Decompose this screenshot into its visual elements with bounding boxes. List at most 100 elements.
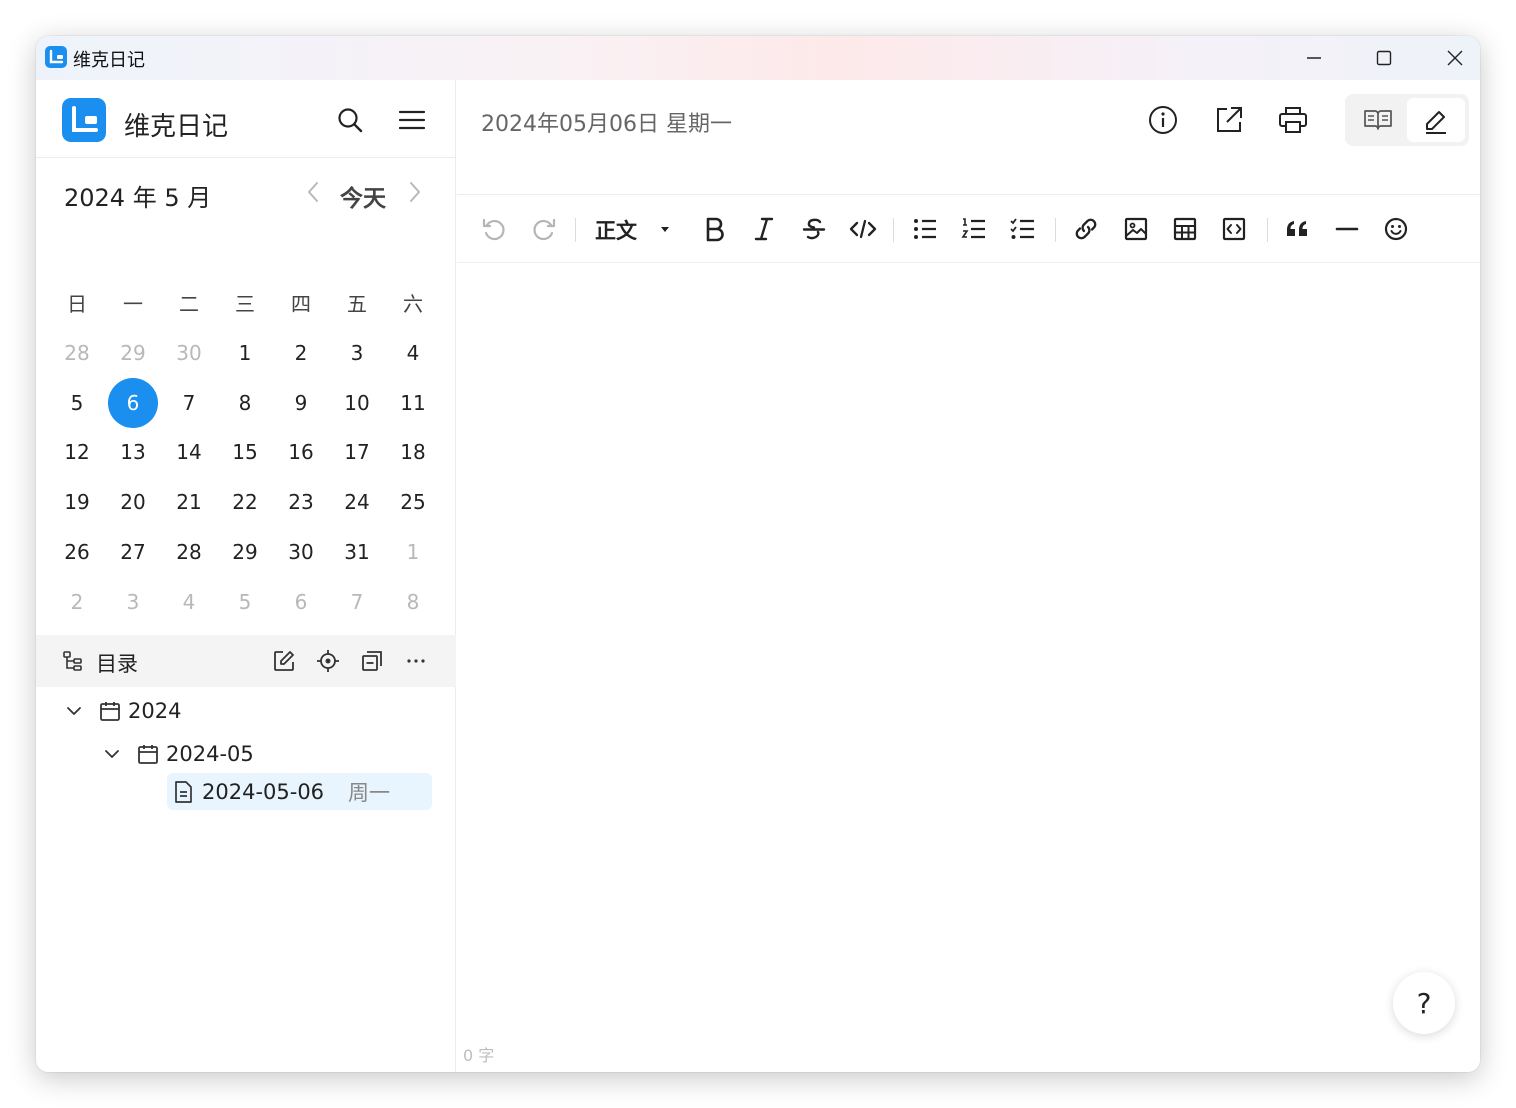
calendar-days-grid: 28 29 30 1 2 3 4 5 6 7 8 9 10 11 12 13 14 15 16 17 18 19 20 21 2…	[49, 328, 441, 627]
calendar-day[interactable]: 21	[161, 477, 217, 527]
calendar-day[interactable]: 27	[105, 527, 161, 577]
calendar-day[interactable]: 3	[105, 577, 161, 627]
calendar-day[interactable]: 8	[217, 378, 273, 428]
blockquote-button[interactable]	[1282, 212, 1312, 246]
calendar-day[interactable]: 31	[329, 527, 385, 577]
paragraph-style-select[interactable]: 正文	[595, 215, 637, 245]
inline-code-button[interactable]	[847, 212, 879, 246]
paragraph-style-dropdown[interactable]	[655, 212, 675, 246]
calendar-day[interactable]: 2	[273, 328, 329, 378]
calendar-day[interactable]: 4	[161, 577, 217, 627]
undo-button[interactable]	[479, 212, 509, 246]
calendar-day[interactable]: 30	[161, 328, 217, 378]
calendar-day[interactable]: 5	[49, 378, 105, 428]
calendar-day[interactable]: 4	[385, 328, 441, 378]
read-mode-button[interactable]	[1349, 98, 1407, 142]
app-logo-icon	[45, 46, 67, 68]
calendar-day[interactable]: 29	[105, 328, 161, 378]
toolbar-divider	[575, 218, 576, 242]
calendar-day[interactable]: 11	[385, 378, 441, 428]
tree-item-entry[interactable]: 2024-05-06 周一	[172, 773, 390, 810]
calendar-day-number: 11	[400, 390, 426, 415]
more-horizontal-icon	[407, 659, 425, 663]
calendar-day-number: 24	[344, 490, 370, 515]
calendar-day[interactable]: 8	[385, 577, 441, 627]
tree-item-year[interactable]: 2024	[64, 692, 181, 730]
calendar-day[interactable]: 9	[273, 378, 329, 428]
calendar-day[interactable]: 23	[273, 477, 329, 527]
editor-body[interactable]	[457, 263, 1480, 1033]
calendar-day[interactable]: 22	[217, 477, 273, 527]
italic-button[interactable]	[749, 212, 779, 246]
calendar-day[interactable]: 16	[273, 428, 329, 478]
calendar-day[interactable]: 17	[329, 428, 385, 478]
toolbar-divider	[1267, 218, 1268, 242]
collapse-all-button[interactable]	[358, 647, 386, 675]
calendar-day[interactable]: 1	[217, 328, 273, 378]
undo-icon	[482, 218, 505, 241]
calendar-day[interactable]: 15	[217, 428, 273, 478]
calendar-day[interactable]: 26	[49, 527, 105, 577]
next-month-button[interactable]	[404, 178, 426, 210]
redo-button[interactable]	[529, 212, 559, 246]
bullet-list-button[interactable]	[910, 212, 940, 246]
code-block-button[interactable]	[1219, 212, 1249, 246]
calendar-day-number: 1	[238, 340, 252, 365]
calendar-day[interactable]: 29	[217, 527, 273, 577]
edit-square-icon	[274, 651, 294, 671]
calendar-day[interactable]: 2	[49, 577, 105, 627]
calendar-day[interactable]: 20	[105, 477, 161, 527]
image-button[interactable]	[1121, 212, 1151, 246]
toc-toolbar: 目录	[36, 635, 456, 687]
more-options-button[interactable]	[402, 647, 430, 675]
calendar-day[interactable]: 3	[329, 328, 385, 378]
calendar-day-number: 19	[64, 490, 90, 515]
calendar-day[interactable]: 28	[49, 328, 105, 378]
locate-current-button[interactable]	[314, 647, 342, 675]
calendar-day[interactable]: 18	[385, 428, 441, 478]
calendar-day[interactable]: 19	[49, 477, 105, 527]
calendar-day[interactable]: 28	[161, 527, 217, 577]
calendar-day[interactable]: 5	[217, 577, 273, 627]
link-button[interactable]	[1071, 212, 1101, 246]
calendar-day[interactable]: 13	[105, 428, 161, 478]
table-button[interactable]	[1170, 212, 1200, 246]
close-button[interactable]	[1420, 36, 1480, 80]
maximize-button[interactable]	[1349, 36, 1419, 80]
calendar-day[interactable]: 12	[49, 428, 105, 478]
calendar-day[interactable]: 1	[385, 527, 441, 577]
calendar-day[interactable]: 10	[329, 378, 385, 428]
new-entry-button[interactable]	[270, 647, 298, 675]
edit-mode-button[interactable]	[1407, 98, 1465, 142]
info-button[interactable]	[1145, 102, 1181, 138]
app-logo-icon	[62, 98, 106, 142]
calendar-day-number: 3	[350, 340, 364, 365]
calendar-day[interactable]: 7	[329, 577, 385, 627]
export-button[interactable]	[1211, 102, 1247, 138]
task-list-button[interactable]	[1008, 212, 1038, 246]
calendar-day[interactable]: 6	[273, 577, 329, 627]
weekday-label: 日	[67, 292, 87, 316]
bold-button[interactable]	[699, 212, 729, 246]
today-button[interactable]: 今天	[340, 179, 386, 213]
emoji-button[interactable]	[1381, 212, 1411, 246]
calendar-day[interactable]: 25	[385, 477, 441, 527]
calendar-day[interactable]: 24	[329, 477, 385, 527]
calendar-day-number: 6	[294, 589, 308, 614]
horizontal-rule-button[interactable]	[1332, 212, 1362, 246]
help-button[interactable]: ?	[1393, 972, 1455, 1034]
numbered-list-button[interactable]	[959, 212, 989, 246]
previous-month-button[interactable]	[302, 178, 324, 210]
horizontal-rule-icon	[1335, 227, 1359, 231]
strikethrough-button[interactable]	[799, 212, 829, 246]
italic-icon	[754, 217, 774, 241]
tree-item-month[interactable]: 2024-05	[102, 735, 254, 773]
calendar-day[interactable]: 30	[273, 527, 329, 577]
calendar-day[interactable]: 7	[161, 378, 217, 428]
search-button[interactable]	[332, 102, 368, 138]
menu-button[interactable]	[394, 102, 430, 138]
calendar-day[interactable]: 14	[161, 428, 217, 478]
print-button[interactable]	[1275, 102, 1311, 138]
minimize-button[interactable]	[1279, 36, 1349, 80]
calendar-day-selected[interactable]: 6	[105, 377, 161, 428]
